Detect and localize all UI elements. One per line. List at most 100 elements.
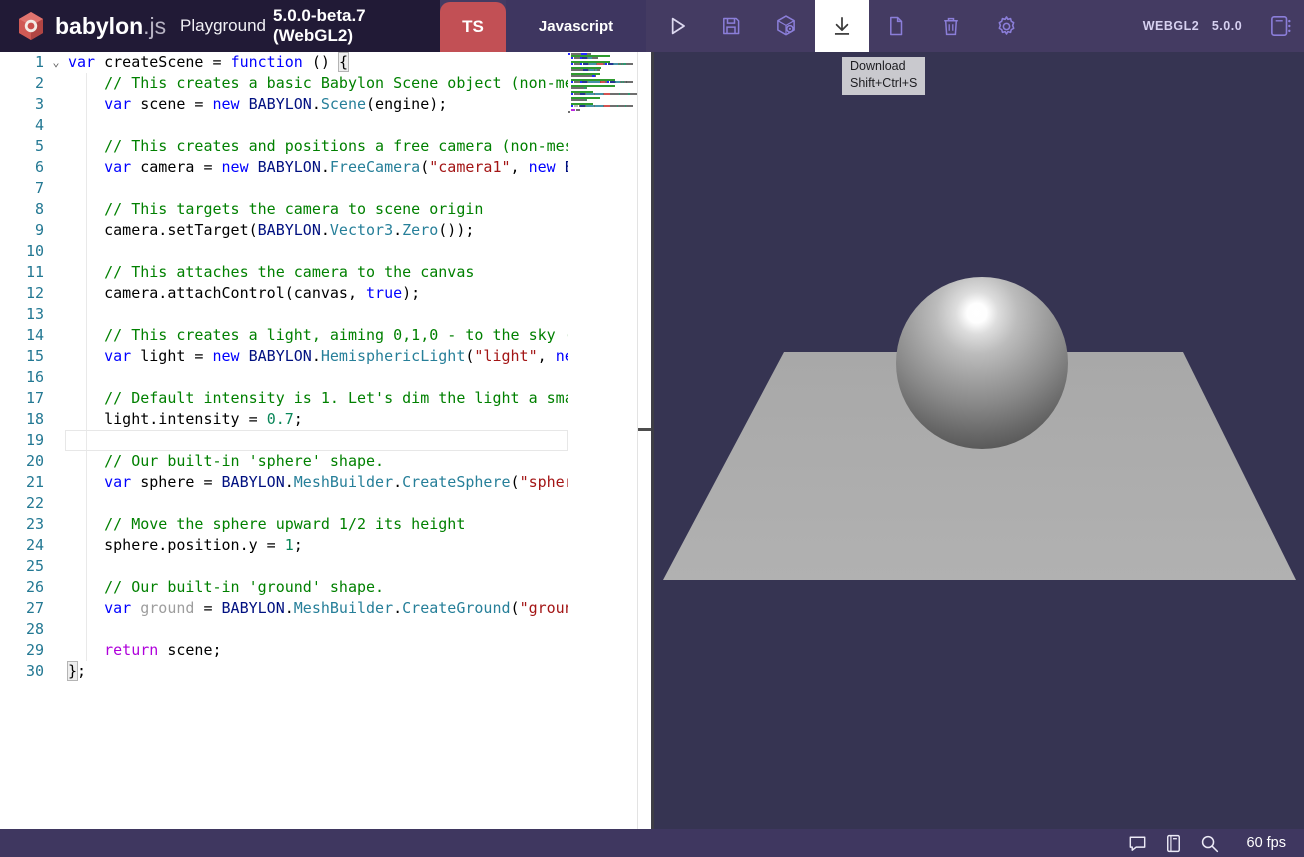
line-number: 10 — [0, 241, 44, 262]
babylonjs-logo-icon — [15, 10, 47, 42]
code-text: }; — [68, 661, 86, 682]
engine-version-text: 5.0.0 — [1212, 19, 1242, 33]
fold-gutter — [44, 535, 68, 556]
language-selected-value: Javascript — [539, 18, 613, 35]
fold-gutter — [44, 493, 68, 514]
fold-gutter — [44, 73, 68, 94]
line-number: 26 — [0, 577, 44, 598]
save-button[interactable] — [704, 0, 758, 52]
code-text: // Default intensity is 1. Let's dim the… — [68, 388, 568, 409]
fold-gutter — [44, 367, 68, 388]
fold-chevron-icon[interactable]: ⌄ — [44, 52, 68, 73]
code-text: // Our built-in 'sphere' shape. — [68, 451, 384, 472]
code-text: // This creates and positions a free cam… — [68, 136, 568, 157]
code-text: var ground = BABYLON.MeshBuilder.CreateG… — [68, 598, 568, 619]
inspector-button[interactable] — [759, 0, 813, 52]
status-bar: 60 fps — [0, 829, 1304, 857]
render-canvas[interactable] — [651, 52, 1304, 829]
code-text: // This creates a basic Babylon Scene ob… — [68, 73, 568, 94]
fold-gutter — [44, 577, 68, 598]
current-line-highlight — [65, 430, 568, 451]
line-number: 2 — [0, 73, 44, 94]
code-text: var sphere = BABYLON.MeshBuilder.CreateS… — [68, 472, 568, 493]
code-line[interactable]: 1⌄var createScene = function () { — [0, 52, 568, 73]
language-select[interactable]: Javascript — [506, 0, 646, 52]
code-text: // This targets the camera to scene orig… — [68, 199, 483, 220]
fold-gutter — [44, 115, 68, 136]
code-text: // This creates a light, aiming 0,1,0 - … — [68, 325, 568, 346]
code-text: // This attaches the camera to the canva… — [68, 262, 474, 283]
code-line[interactable]: 30}; — [0, 661, 568, 682]
fold-gutter — [44, 556, 68, 577]
comment-button[interactable] — [1125, 830, 1151, 856]
fold-gutter — [44, 136, 68, 157]
brand-light: .js — [143, 13, 166, 40]
download-icon — [829, 13, 855, 39]
run-button[interactable] — [650, 0, 704, 52]
fold-gutter — [44, 220, 68, 241]
fold-gutter — [44, 409, 68, 430]
line-number: 13 — [0, 304, 44, 325]
line-number: 24 — [0, 535, 44, 556]
code-text: var scene = new BABYLON.Scene(engine); — [68, 94, 447, 115]
brand-bold: babylon — [55, 13, 143, 40]
code-text: var createScene = function () { — [68, 52, 348, 73]
pane-splitter[interactable] — [638, 52, 651, 829]
ts-label: TS — [462, 17, 484, 37]
fold-gutter — [44, 283, 68, 304]
minimap[interactable] — [568, 53, 637, 117]
clear-button[interactable] — [924, 0, 978, 52]
fold-gutter — [44, 262, 68, 283]
line-number: 4 — [0, 115, 44, 136]
tooltip-title: Download — [850, 58, 917, 75]
search-button[interactable] — [1197, 830, 1223, 856]
fold-gutter — [44, 157, 68, 178]
line-number: 12 — [0, 283, 44, 304]
fps-counter: 60 fps — [1247, 835, 1287, 851]
settings-button[interactable] — [979, 0, 1033, 52]
splitter-handle[interactable] — [638, 428, 651, 431]
title-version: 5.0.0-beta.7 (WebGL2) — [273, 6, 440, 46]
title-app: Playground — [180, 16, 266, 36]
magnifier-icon — [1198, 832, 1221, 855]
fold-gutter — [44, 514, 68, 535]
code-text: return scene; — [68, 640, 222, 661]
code-editor[interactable]: 1⌄var createScene = function () {2 // Th… — [0, 52, 638, 829]
fold-gutter — [44, 325, 68, 346]
indent-guide — [86, 73, 87, 661]
code-text: // Our built-in 'ground' shape. — [68, 577, 384, 598]
fold-gutter — [44, 241, 68, 262]
download-tooltip: Download Shift+Ctrl+S — [842, 57, 925, 95]
line-number: 15 — [0, 346, 44, 367]
line-number: 6 — [0, 157, 44, 178]
line-number: 27 — [0, 598, 44, 619]
line-number: 3 — [0, 94, 44, 115]
code-text: sphere.position.y = 1; — [68, 535, 303, 556]
fold-gutter — [44, 304, 68, 325]
line-number: 14 — [0, 325, 44, 346]
examples-book-icon — [1267, 13, 1293, 39]
line-number: 18 — [0, 409, 44, 430]
trash-icon — [939, 14, 963, 38]
examples-button[interactable] — [1256, 0, 1304, 52]
code-text: camera.attachControl(canvas, true); — [68, 283, 420, 304]
fold-gutter — [44, 661, 68, 682]
typescript-toggle-button[interactable]: TS — [440, 2, 506, 52]
fold-gutter — [44, 178, 68, 199]
line-number: 7 — [0, 178, 44, 199]
fold-gutter — [44, 94, 68, 115]
line-number: 16 — [0, 367, 44, 388]
line-number: 9 — [0, 220, 44, 241]
engine-label-text: WEBGL2 — [1143, 19, 1199, 33]
line-number: 21 — [0, 472, 44, 493]
download-button[interactable] — [815, 0, 869, 52]
line-number: 29 — [0, 640, 44, 661]
new-button[interactable] — [869, 0, 923, 52]
line-number: 23 — [0, 514, 44, 535]
inspector-cube-gear-icon — [773, 13, 799, 39]
docs-button[interactable] — [1161, 830, 1187, 856]
tooltip-shortcut: Shift+Ctrl+S — [850, 75, 917, 92]
fold-gutter — [44, 619, 68, 640]
brand-name[interactable]: babylon.js — [55, 0, 166, 52]
code-text: // Move the sphere upward 1/2 its height — [68, 514, 465, 535]
